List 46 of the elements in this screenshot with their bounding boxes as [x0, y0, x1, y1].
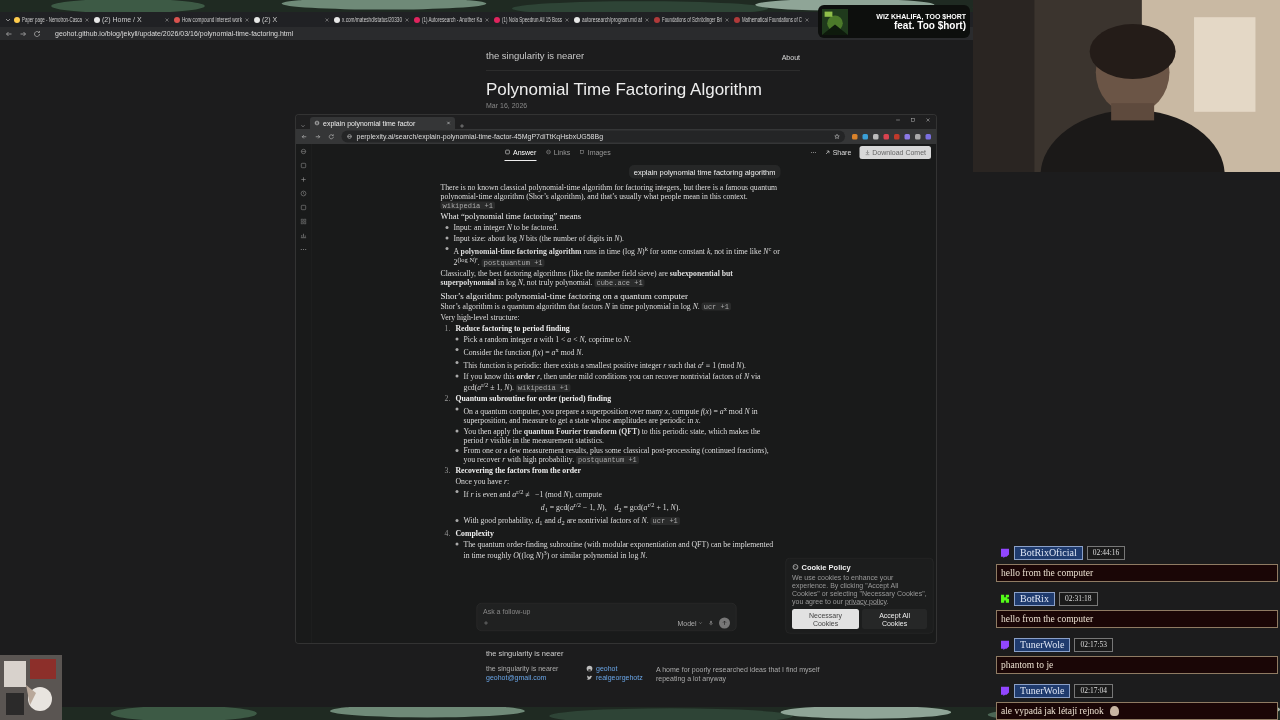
- section-heading: Shor’s algorithm: polynomial-time factoring on a quantum computer: [440, 290, 690, 301]
- chat-username: TunerWole: [1014, 684, 1071, 698]
- close-icon[interactable]: [724, 16, 730, 23]
- bullet-icon: [455, 489, 459, 493]
- more-icon[interactable]: [300, 246, 307, 253]
- bullet-icon: [455, 407, 459, 411]
- message-text: hello from the computer: [1001, 613, 1094, 626]
- github-icon: [586, 665, 593, 672]
- message-text: ale vypadá jak létají rejnok: [1001, 705, 1104, 718]
- message-text: phantom to je: [1001, 659, 1054, 672]
- chat-username: BotRixOficial: [1014, 546, 1083, 560]
- bird-icon: [586, 674, 593, 681]
- site-title[interactable]: the singularity is nearer: [486, 49, 585, 61]
- close-icon[interactable]: [404, 16, 410, 23]
- emote-icon: [1109, 706, 1119, 716]
- more-icon[interactable]: [810, 149, 817, 156]
- answer-heading: What “polynomial time factoring” means: [440, 212, 583, 221]
- chat-username: BotRix: [1014, 592, 1055, 606]
- back-icon[interactable]: [5, 29, 13, 38]
- bullet-icon: [455, 519, 459, 523]
- close-icon[interactable]: [804, 16, 810, 23]
- close-icon[interactable]: [484, 16, 490, 23]
- close-icon[interactable]: [244, 16, 250, 23]
- song-title: feat. Too $hort): [893, 19, 966, 31]
- forward-icon[interactable]: [19, 29, 27, 38]
- bullet-icon: [455, 429, 459, 433]
- submit-button[interactable]: [719, 617, 730, 629]
- close-icon[interactable]: [564, 16, 570, 23]
- close-icon[interactable]: [84, 16, 90, 23]
- bullet-icon: [455, 542, 459, 546]
- bullet-icon: [455, 448, 459, 452]
- bullet-icon: [445, 247, 449, 250]
- microphone-icon[interactable]: [708, 620, 714, 626]
- chat-username: TunerWole: [1014, 638, 1071, 652]
- bullet-icon: [455, 337, 459, 341]
- message-text: hello from the computer: [1001, 567, 1094, 580]
- bullet-icon: [445, 226, 449, 229]
- bullet-icon: [455, 361, 459, 365]
- close-icon[interactable]: [164, 16, 170, 23]
- bullet-icon: [445, 236, 449, 240]
- post-title: Polynomial Time Factoring Algorithm: [486, 80, 763, 100]
- close-icon[interactable]: [324, 16, 330, 23]
- reload-icon[interactable]: [33, 29, 41, 38]
- bullet-icon: [455, 374, 459, 378]
- close-icon[interactable]: [644, 16, 650, 23]
- bullet-icon: [455, 348, 459, 352]
